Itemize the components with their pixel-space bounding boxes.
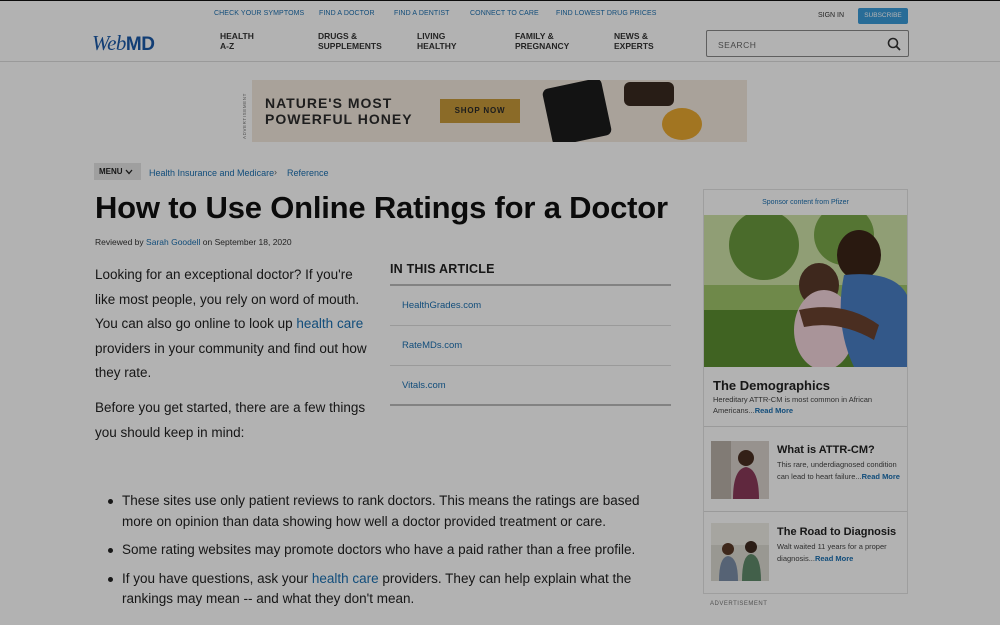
read-more-link[interactable]: Read More [755,406,793,415]
intro-paragraph-2: Before you get started, there are a few … [95,400,366,440]
read-more-link[interactable]: Read More [815,554,853,563]
toc-link-vitals[interactable]: Vitals.com [390,366,671,406]
list-item-text: If you have questions, ask your [122,570,312,586]
list-item: Some rating websites may promote doctors… [105,540,665,561]
nav-label-line1: LIVING [417,31,446,41]
site-header: CHECK YOUR SYMPTOMS FIND A DOCTOR FIND A… [0,0,1000,62]
breadcrumb-reference[interactable]: Reference [287,168,329,178]
nav-news-experts[interactable]: NEWS & EXPERTS [614,31,694,51]
nav-label-line1: HEALTH [220,31,254,41]
card-title: The Road to Diagnosis [777,526,897,538]
chevron-right-icon: › [274,167,277,177]
hero-image[interactable] [704,215,907,367]
mother-daughter-hug-image [704,215,907,367]
card-thumbnail [711,523,769,581]
sidebar-card-road-to-diagnosis[interactable]: The Road to Diagnosis Walt waited 11 yea… [711,523,901,583]
utility-link-connect-care[interactable]: CONNECT TO CARE [470,10,539,17]
honey-jar-lid-image [624,82,674,106]
bullet-list: These sites use only patient reviews to … [105,491,665,618]
nav-label-line2: HEALTHY [417,40,457,51]
card-text: Walt waited 11 years for a proper diagno… [777,541,901,564]
sponsor-label: Sponsor content from Pfizer [762,199,849,206]
sidebar-ad-label: ADVERTISEMENT [710,601,768,607]
card-thumbnail [711,441,769,499]
menu-label: MENU [99,167,123,176]
nav-label-line1: NEWS & [614,31,648,41]
search-icon[interactable] [887,37,901,51]
top-ad: ADVERTISEMENT NATURE'S MOST POWERFUL HONE… [242,80,747,142]
health-care-link[interactable]: health care [296,316,363,331]
health-care-link[interactable]: health care [312,571,379,586]
nav-label-line2: EXPERTS [614,40,654,51]
ad-headline-line1: NATURE'S MOST [265,95,393,111]
menu-button[interactable]: MENU [94,163,141,180]
utility-link-find-doctor[interactable]: FIND A DOCTOR [319,10,375,17]
utility-link-check-symptoms[interactable]: CHECK YOUR SYMPTOMS [214,10,304,17]
in-this-article: IN THIS ARTICLE HealthGrades.com RateMDs… [390,262,671,406]
search-placeholder: SEARCH [718,40,757,50]
ad-label: ADVERTISEMENT [242,93,247,139]
page-title: How to Use Online Ratings for a Doctor [95,190,668,225]
divider [704,426,907,427]
nav-label-line1: DRUGS & [318,31,358,41]
chevron-down-icon [125,169,133,175]
reviewer-link[interactable]: Sarah Goodell [146,237,200,247]
search-input[interactable]: SEARCH [706,30,909,57]
sign-in-link[interactable]: SIGN IN [818,12,844,19]
honey-bowl-image [662,108,702,140]
webmd-logo[interactable]: WebMD [92,31,155,56]
read-more-link[interactable]: Read More [862,472,900,481]
nav-living-healthy[interactable]: LIVING HEALTHY [417,31,497,51]
breadcrumb-health-insurance[interactable]: Health Insurance and Medicare [149,168,274,178]
honey-jar-image [541,80,613,142]
byline-prefix: Reviewed by [95,237,144,247]
nav-label-line2: SUPPLEMENTS [318,40,382,51]
subscribe-button[interactable]: SUBSCRIBE [858,8,908,24]
logo-md: MD [125,34,155,55]
byline: Reviewed by Sarah Goodell on September 1… [95,237,292,247]
byline-date: on September 18, 2020 [202,237,292,247]
logo-web: Web [92,31,126,55]
feature-title[interactable]: The Demographics [713,378,830,393]
divider [704,511,907,512]
toc-link-ratemds[interactable]: RateMDs.com [390,326,671,366]
utility-link-find-dentist[interactable]: FIND A DENTIST [394,10,449,17]
nav-label-line2: A-Z [220,40,235,51]
ad-headline: NATURE'S MOST POWERFUL HONEY [265,95,413,127]
toc-link-healthgrades[interactable]: HealthGrades.com [390,286,671,326]
card-title: What is ATTR-CM? [777,444,875,456]
intro-paragraph: Looking for an exceptional doctor? If yo… [95,263,370,386]
nav-family-pregnancy[interactable]: FAMILY & PREGNANCY [515,31,595,51]
nav-label-line1: FAMILY & [515,31,554,41]
shop-now-button[interactable]: SHOP NOW [440,99,520,123]
utility-link-drug-prices[interactable]: FIND LOWEST DRUG PRICES [556,10,657,17]
ad-headline-line2: POWERFUL HONEY [265,111,413,127]
feature-text: Hereditary ATTR-CM is most common in Afr… [713,395,893,416]
nav-drugs-supplements[interactable]: DRUGS & SUPPLEMENTS [318,31,398,51]
nav-health-az[interactable]: HEALTH A-Z [220,31,300,51]
honey-ad-banner[interactable]: NATURE'S MOST POWERFUL HONEY SHOP NOW [252,80,747,142]
list-item: If you have questions, ask your health c… [105,569,665,610]
sponsored-sidebar: Sponsor content from Pfizer The Demograp… [703,189,908,594]
nav-label-line2: PREGNANCY [515,40,570,51]
in-this-article-heading: IN THIS ARTICLE [390,262,671,286]
intro-text-end: providers in your community and find out… [95,340,367,381]
card-text: This rare, underdiagnosed condition can … [777,459,901,482]
list-item: These sites use only patient reviews to … [105,491,665,532]
sidebar-card-attr-cm[interactable]: What is ATTR-CM? This rare, underdiagnos… [711,441,901,501]
